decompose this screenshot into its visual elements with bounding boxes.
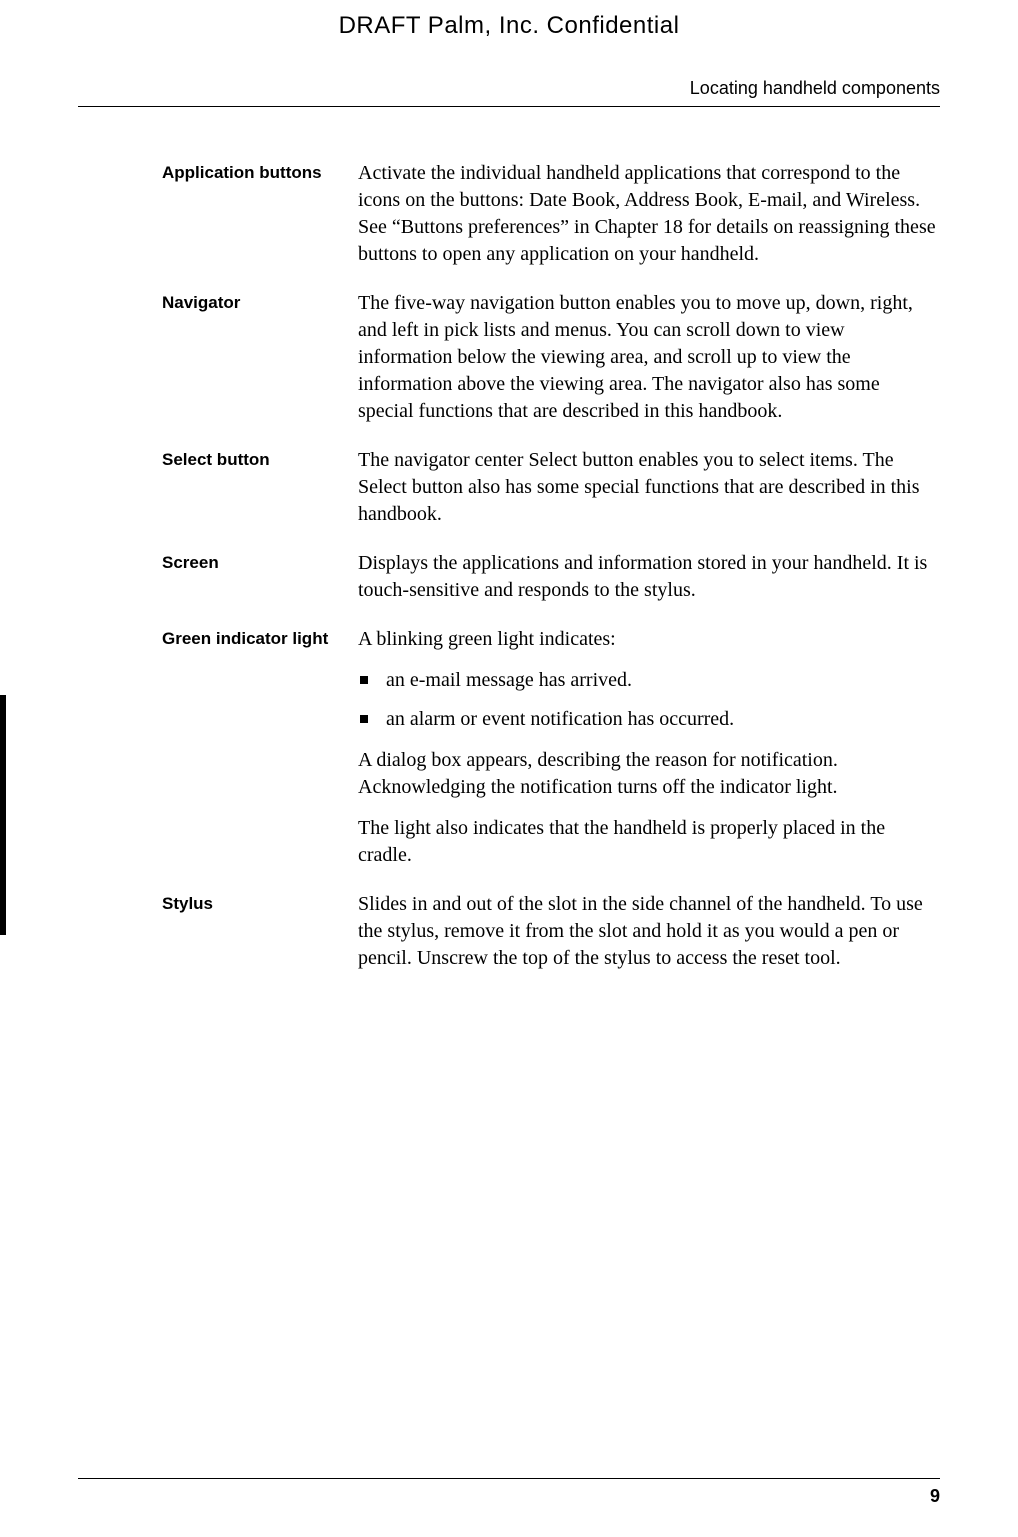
paragraph: A dialog box appears, describing the rea… <box>358 747 940 801</box>
paragraph: Activate the individual handheld applica… <box>358 160 940 268</box>
paragraph: The navigator center Select button enabl… <box>358 447 940 528</box>
definition-row: Application buttons Activate the individ… <box>162 160 940 268</box>
definition-row: Stylus Slides in and out of the slot in … <box>162 891 940 972</box>
paragraph: A blinking green light indicates: <box>358 626 940 653</box>
list-item: an alarm or event notification has occur… <box>358 706 940 733</box>
desc-screen: Displays the applications and informatio… <box>358 550 940 604</box>
term-select-button: Select button <box>162 447 358 528</box>
term-navigator: Navigator <box>162 290 358 425</box>
term-stylus: Stylus <box>162 891 358 972</box>
term-screen: Screen <box>162 550 358 604</box>
change-bar <box>0 695 6 935</box>
definition-row: Screen Displays the applications and inf… <box>162 550 940 604</box>
list-item: an e-mail message has arrived. <box>358 667 940 694</box>
draft-header: DRAFT Palm, Inc. Confidential <box>0 12 1018 40</box>
paragraph: Slides in and out of the slot in the sid… <box>358 891 940 972</box>
bullet-list: an e-mail message has arrived. an alarm … <box>358 667 940 733</box>
desc-select-button: The navigator center Select button enabl… <box>358 447 940 528</box>
paragraph: Displays the applications and informatio… <box>358 550 940 604</box>
paragraph: The five-way navigation button enables y… <box>358 290 940 425</box>
definition-row: Select button The navigator center Selec… <box>162 447 940 528</box>
paragraph: The light also indicates that the handhe… <box>358 815 940 869</box>
term-green-indicator: Green indicator light <box>162 626 358 869</box>
header-rule <box>78 106 940 107</box>
desc-navigator: The five-way navigation button enables y… <box>358 290 940 425</box>
desc-green-indicator: A blinking green light indicates: an e-m… <box>358 626 940 869</box>
page-number: 9 <box>930 1486 940 1507</box>
definition-row: Green indicator light A blinking green l… <box>162 626 940 869</box>
footer-rule <box>78 1478 940 1479</box>
desc-application-buttons: Activate the individual handheld applica… <box>358 160 940 268</box>
desc-stylus: Slides in and out of the slot in the sid… <box>358 891 940 972</box>
section-title: Locating handheld components <box>690 78 940 99</box>
definition-row: Navigator The five-way navigation button… <box>162 290 940 425</box>
content-area: Application buttons Activate the individ… <box>162 160 940 994</box>
term-application-buttons: Application buttons <box>162 160 358 268</box>
